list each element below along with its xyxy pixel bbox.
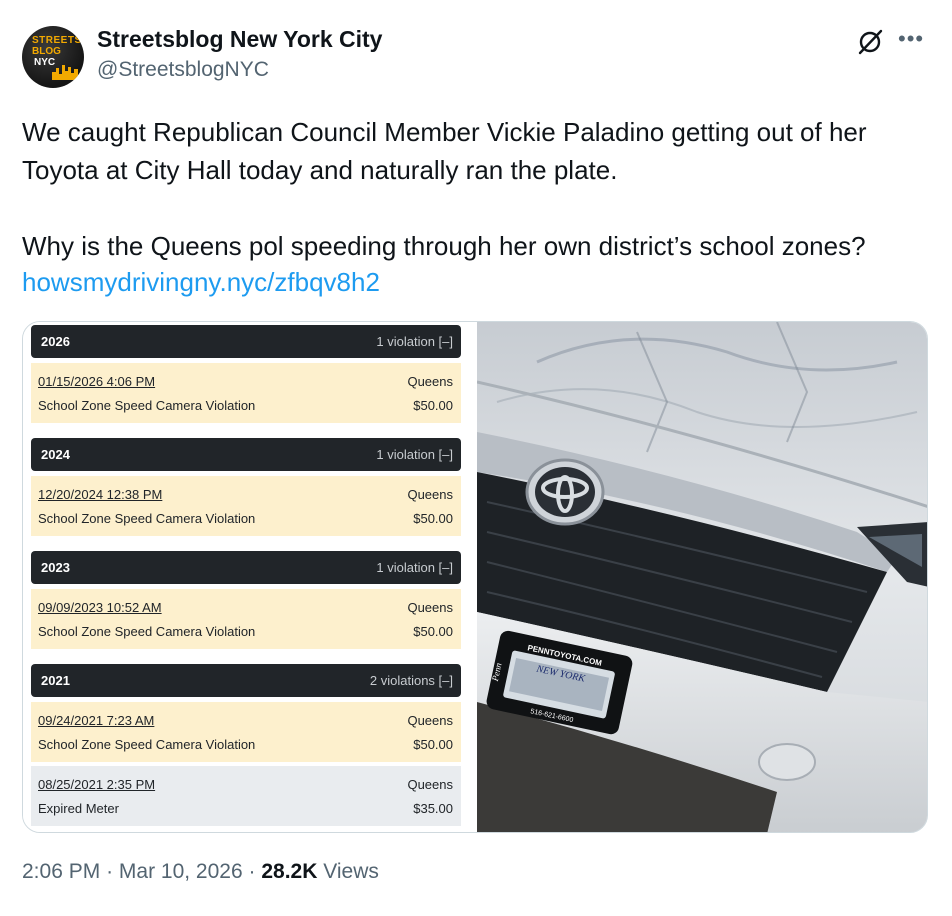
violation-row: 12/20/2024 12:38 PM Queens School Zone S… <box>31 476 461 536</box>
violation-count: 2 violations [–] <box>369 673 453 688</box>
violation-borough: Queens <box>407 600 453 615</box>
avatar[interactable]: STREETS BLOG NYC <box>22 26 84 88</box>
violation-date: 12/20/2024 12:38 PM <box>38 487 163 502</box>
tweet-time[interactable]: 2:06 PM <box>22 860 100 883</box>
views-label: Views <box>323 860 379 883</box>
violation-description: School Zone Speed Camera Violation <box>38 511 256 526</box>
violation-amount: $50.00 <box>413 737 453 752</box>
violation-row: 09/24/2021 7:23 AM Queens School Zone Sp… <box>31 702 461 762</box>
violation-date: 08/25/2021 2:35 PM <box>38 777 156 792</box>
tweet-link[interactable]: howsmydrivingny.nyc/zfbqv8h2 <box>22 263 380 301</box>
avatar-text-line2: BLOG <box>32 46 61 57</box>
display-name[interactable]: Streetsblog New York City <box>97 26 382 53</box>
year-label: 2024 <box>41 447 70 462</box>
violation-row: 01/15/2026 4:06 PM Queens School Zone Sp… <box>31 363 461 423</box>
violation-borough: Queens <box>407 777 453 792</box>
more-options-icon[interactable]: ••• <box>898 28 924 50</box>
year-header: 2026 1 violation [–] <box>31 325 461 358</box>
violation-description: School Zone Speed Camera Violation <box>38 737 256 752</box>
user-handle[interactable]: @StreetsblogNYC <box>97 58 269 82</box>
year-label: 2021 <box>41 673 70 688</box>
tweet-text: We caught Republican Council Member Vick… <box>22 117 867 261</box>
violation-borough: Queens <box>407 374 453 389</box>
violation-row: 09/09/2023 10:52 AM Queens School Zone S… <box>31 589 461 649</box>
violation-borough: Queens <box>407 487 453 502</box>
grok-icon[interactable] <box>856 28 884 56</box>
tweet-date[interactable]: Mar 10, 2026 <box>119 860 243 883</box>
violation-date: 09/24/2021 7:23 AM <box>38 713 155 728</box>
violation-date: 01/15/2026 4:06 PM <box>38 374 156 389</box>
avatar-text-line1: STREETS <box>32 35 82 46</box>
car-photo[interactable]: PENNTOYOTA.COM NEW YORK 516-621-6600 Pen… <box>477 322 928 833</box>
year-header: 2023 1 violation [–] <box>31 551 461 584</box>
violation-amount: $50.00 <box>413 624 453 639</box>
violation-description: School Zone Speed Camera Violation <box>38 624 256 639</box>
skyline-icon <box>52 65 78 80</box>
violations-screenshot[interactable]: 2026 1 violation [–] 01/15/2026 4:06 PM … <box>23 322 475 832</box>
year-label: 2023 <box>41 560 70 575</box>
year-header: 2024 1 violation [–] <box>31 438 461 471</box>
violation-count: 1 violation [–] <box>376 334 453 349</box>
violation-description: School Zone Speed Camera Violation <box>38 398 256 413</box>
violation-amount: $50.00 <box>413 398 453 413</box>
year-label: 2026 <box>41 334 70 349</box>
meta-separator: · <box>248 860 256 883</box>
violation-count: 1 violation [–] <box>376 560 453 575</box>
media-grid: 2026 1 violation [–] 01/15/2026 4:06 PM … <box>22 321 928 833</box>
violation-date: 09/09/2023 10:52 AM <box>38 600 162 615</box>
violation-borough: Queens <box>407 713 453 728</box>
violation-amount: $50.00 <box>413 511 453 526</box>
year-header: 2021 2 violations [–] <box>31 664 461 697</box>
violation-description: Expired Meter <box>38 801 119 816</box>
violation-row: 08/25/2021 2:35 PM Queens Expired Meter … <box>31 766 461 826</box>
tweet-meta: 2:06 PM · Mar 10, 2026 · 28.2K Views <box>22 860 379 884</box>
violation-amount: $35.00 <box>413 801 453 816</box>
views-count: 28.2K <box>261 860 318 883</box>
meta-separator: · <box>106 860 114 883</box>
violation-count: 1 violation [–] <box>376 447 453 462</box>
